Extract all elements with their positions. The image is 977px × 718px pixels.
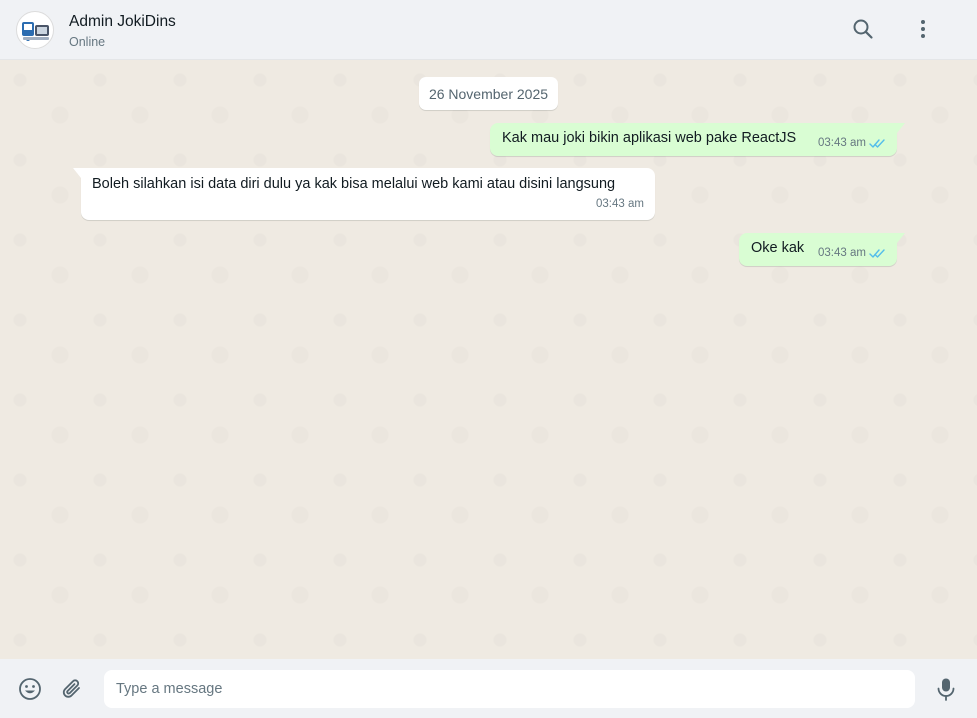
message-meta: 03:43 am (818, 247, 886, 259)
outgoing-message[interactable]: Oke kak 03:43 am (739, 233, 905, 266)
chat-header: Admin JokiDins Online (0, 0, 977, 60)
message-time: 03:43 am (596, 198, 644, 210)
message-text: Oke kak (751, 240, 805, 256)
message-meta: 03:43 am (818, 137, 886, 149)
date-divider: 26 November 2025 (419, 77, 558, 110)
double-check-read-icon (869, 248, 885, 258)
attach-button[interactable] (59, 676, 85, 702)
contact-name[interactable]: Admin JokiDins (69, 13, 176, 31)
chat-window: Admin JokiDins Online 26 November 2025 K… (0, 0, 977, 718)
paperclip-icon (62, 679, 80, 698)
message-text: Kak mau joki bikin aplikasi web pake Rea… (502, 130, 797, 146)
contact-status: Online (69, 35, 106, 49)
search-icon (853, 19, 873, 39)
message-time: 03:43 am (818, 247, 866, 259)
incoming-message[interactable]: Boleh silahkan isi data diri dulu ya kak… (73, 168, 655, 220)
kebab-menu-icon (921, 20, 925, 38)
double-check-read-icon (869, 138, 885, 148)
microphone-button[interactable] (933, 676, 959, 702)
outgoing-message[interactable]: Kak mau joki bikin aplikasi web pake Rea… (490, 123, 905, 156)
emoji-button[interactable] (17, 676, 43, 702)
message-time: 03:43 am (818, 137, 866, 149)
avatar-logo-icon (22, 22, 49, 41)
message-meta: 03:43 am (596, 198, 644, 210)
message-composer (0, 659, 977, 718)
message-text: Boleh silahkan isi data diri dulu ya kak… (92, 176, 616, 192)
message-input[interactable] (104, 670, 915, 708)
search-button[interactable] (850, 16, 876, 42)
menu-button[interactable] (910, 16, 936, 42)
message-list[interactable]: 26 November 2025 Kak mau joki bikin apli… (0, 60, 977, 659)
contact-avatar[interactable] (16, 11, 54, 49)
microphone-icon (937, 678, 955, 701)
emoji-icon (19, 678, 41, 700)
